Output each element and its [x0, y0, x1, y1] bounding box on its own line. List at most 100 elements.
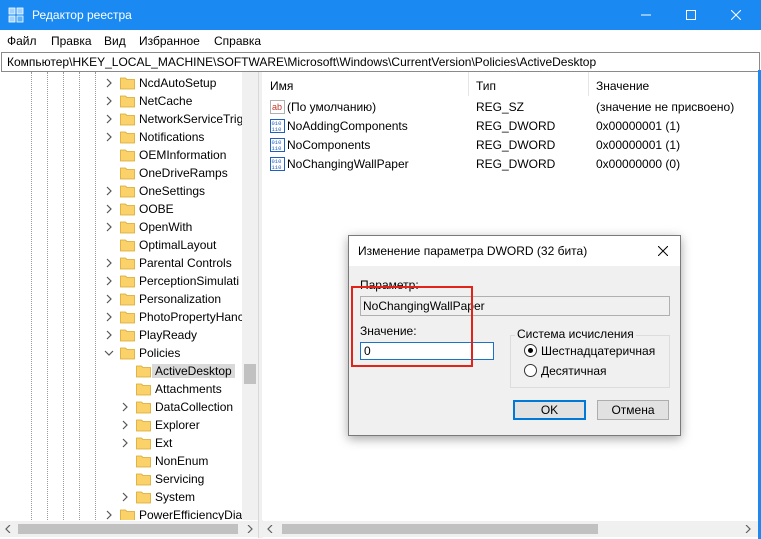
- chevron-right-icon[interactable]: [104, 294, 114, 304]
- cancel-button[interactable]: Отмена: [597, 400, 669, 420]
- tree-item[interactable]: OpenWith: [0, 218, 242, 236]
- radio-hex-indicator[interactable]: [524, 344, 537, 357]
- title-bar[interactable]: Редактор реестра: [0, 0, 761, 30]
- column-header-type[interactable]: Тип: [468, 72, 588, 98]
- chevron-right-icon[interactable]: [104, 510, 114, 520]
- chevron-right-icon[interactable]: [120, 402, 130, 412]
- value-input[interactable]: [360, 342, 494, 360]
- tree-horizontal-scrollbar[interactable]: [0, 521, 258, 537]
- tree-scroll-thumb[interactable]: [244, 364, 256, 384]
- tree-vertical-scrollbar[interactable]: [242, 72, 258, 520]
- tree-item-label: NonEnum: [155, 454, 209, 468]
- tree-item[interactable]: OneDriveRamps: [0, 164, 242, 182]
- tree-item[interactable]: PhotoPropertyHanc: [0, 308, 244, 326]
- tree-item[interactable]: Explorer: [0, 416, 242, 434]
- list-horizontal-scrollbar[interactable]: [262, 521, 761, 537]
- tree-item-label: OptimalLayout: [139, 238, 217, 252]
- chevron-right-icon[interactable]: [104, 132, 114, 142]
- close-icon: [731, 10, 741, 20]
- tree-item[interactable]: Attachments: [0, 380, 242, 398]
- chevron-right-icon[interactable]: [104, 114, 114, 124]
- menu-view[interactable]: Вид: [104, 34, 126, 48]
- chevron-down-icon[interactable]: [104, 348, 114, 358]
- address-bar[interactable]: Компьютер\HKEY_LOCAL_MACHINE\SOFTWARE\Mi…: [1, 52, 760, 72]
- maximize-button[interactable]: [668, 0, 714, 30]
- column-header-name[interactable]: Имя: [262, 72, 468, 98]
- list-hscroll-thumb[interactable]: [282, 524, 598, 534]
- chevron-right-icon[interactable]: [104, 222, 114, 232]
- value-data: 0x00000001 (1): [596, 119, 681, 133]
- menu-edit[interactable]: Правка: [51, 34, 92, 48]
- value-row[interactable]: 010 110 NoAddingComponents REG_DWORD 0x00000…: [262, 117, 761, 135]
- tree-item[interactable]: PowerEfficiencyDia: [0, 506, 242, 520]
- chevron-right-icon[interactable]: [104, 330, 114, 340]
- ok-button[interactable]: OK: [513, 400, 586, 420]
- tree-item[interactable]: Servicing: [0, 470, 242, 488]
- chevron-right-icon[interactable]: [120, 492, 130, 502]
- chevron-right-icon[interactable]: [120, 420, 130, 430]
- minimize-button[interactable]: [623, 0, 669, 30]
- tree-scroll-left-button[interactable]: [0, 521, 16, 537]
- chevron-right-icon[interactable]: [104, 312, 114, 322]
- menu-favorites[interactable]: Избранное: [139, 34, 200, 48]
- menu-file[interactable]: Файл: [7, 34, 37, 48]
- tree-item-label: System: [155, 490, 196, 504]
- tree-item[interactable]: NcdAutoSetup: [0, 74, 242, 92]
- chevron-right-icon[interactable]: [104, 78, 114, 88]
- folder-icon: [120, 275, 135, 288]
- tree-item[interactable]: OneSettings: [0, 182, 242, 200]
- tree-item-label: Attachments: [155, 382, 222, 396]
- value-name: NoComponents: [287, 138, 371, 152]
- value-row[interactable]: ab (По умолчанию) REG_SZ (значение не присв…: [262, 98, 761, 116]
- tree-item[interactable]: Personalization: [0, 290, 242, 308]
- dialog-title-bar[interactable]: Изменение параметра DWORD (32 бита): [349, 236, 680, 266]
- tree-item[interactable]: OOBE: [0, 200, 242, 218]
- tree-item-label: PerceptionSimulati: [139, 274, 240, 288]
- chevron-left-icon: [267, 525, 273, 533]
- close-button[interactable]: [713, 0, 759, 30]
- tree-item[interactable]: Parental Controls: [0, 254, 242, 272]
- folder-open-icon: [136, 365, 151, 378]
- tree-item[interactable]: OptimalLayout: [0, 236, 242, 254]
- tree-item-label: Servicing: [155, 472, 205, 486]
- value-row[interactable]: 010 110 NoChangingWallPaper REG_DWORD 0x0000…: [262, 155, 761, 173]
- tree-scroll-right-button[interactable]: [242, 521, 258, 537]
- value-row[interactable]: 010 110 NoComponents REG_DWORD 0x00000001 (1…: [262, 136, 761, 154]
- tree-item[interactable]: PlayReady: [0, 326, 242, 344]
- tree-item-label: Parental Controls: [139, 256, 232, 270]
- tree-item[interactable]: NetCache: [0, 92, 242, 110]
- radio-dec-indicator[interactable]: [524, 364, 537, 377]
- tree-item[interactable]: Policies: [0, 344, 242, 362]
- radix-group-label: Система исчисления: [515, 327, 636, 341]
- tree-item[interactable]: ActiveDesktop: [0, 362, 242, 380]
- close-icon: [658, 246, 668, 256]
- tree-item[interactable]: OEMInformation: [0, 146, 242, 164]
- tree-item[interactable]: System: [0, 488, 242, 506]
- menu-help[interactable]: Справка: [214, 34, 261, 48]
- chevron-right-icon[interactable]: [104, 204, 114, 214]
- dialog-title: Изменение параметра DWORD (32 бита): [358, 244, 588, 258]
- tree-item[interactable]: PerceptionSimulati: [0, 272, 242, 290]
- list-scroll-left-button[interactable]: [262, 521, 278, 537]
- column-header-value[interactable]: Значение: [588, 72, 761, 98]
- tree-item[interactable]: NonEnum: [0, 452, 242, 470]
- value-name: NoChangingWallPaper: [287, 157, 409, 171]
- tree-item[interactable]: NetworkServiceTrig: [0, 110, 243, 128]
- chevron-right-icon[interactable]: [104, 276, 114, 286]
- tree-item[interactable]: Notifications: [0, 128, 242, 146]
- chevron-right-icon[interactable]: [104, 258, 114, 268]
- folder-icon: [120, 185, 135, 198]
- list-scroll-right-button[interactable]: [740, 521, 756, 537]
- dialog-close-button[interactable]: [646, 236, 680, 266]
- string-value-icon: ab: [270, 100, 285, 114]
- chevron-right-icon[interactable]: [120, 438, 130, 448]
- tree-item[interactable]: Ext: [0, 434, 242, 452]
- tree-item[interactable]: DataCollection: [0, 398, 242, 416]
- folder-icon: [120, 149, 135, 162]
- chevron-right-icon[interactable]: [104, 96, 114, 106]
- folder-open-icon: [120, 347, 135, 360]
- param-name-field: NoChangingWallPaper: [360, 296, 670, 316]
- tree-hscroll-thumb[interactable]: [18, 524, 238, 534]
- tree-item-label: OpenWith: [139, 220, 193, 234]
- chevron-right-icon[interactable]: [104, 186, 114, 196]
